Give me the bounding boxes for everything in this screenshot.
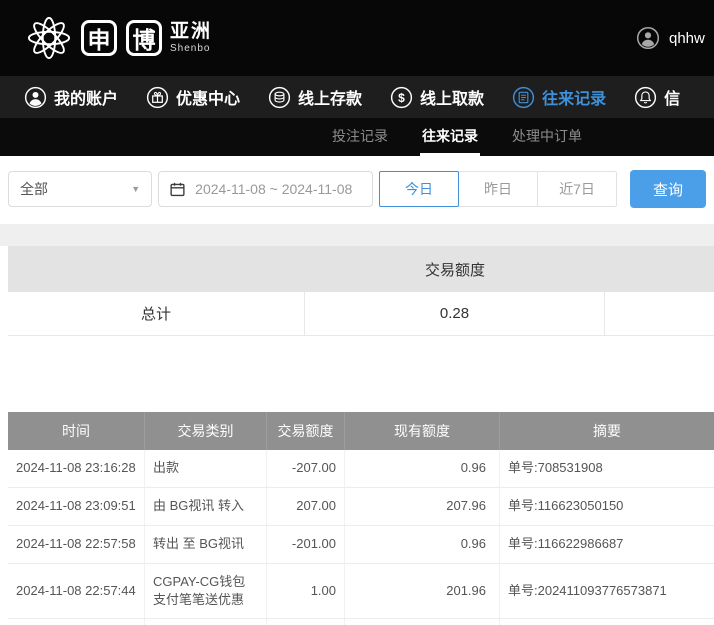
summary-total-row: 总计 0.28: [8, 292, 714, 336]
quick-date-group: 今日 昨日 近7日: [379, 171, 617, 207]
page: 申 博 亚洲 Shenbo qhhw 我的账户: [0, 0, 714, 625]
username: qhhw: [669, 30, 705, 47]
nav-item-withdraw[interactable]: $ 线上取款: [390, 85, 484, 109]
nav-label: 我的账户: [54, 85, 118, 109]
cell-time: 2024-11-08 22:57:44: [8, 564, 145, 618]
chevron-down-icon: ▼: [131, 184, 140, 194]
cell-time: 2024-11-08 23:09:51: [8, 488, 145, 525]
tab-transaction-records[interactable]: 往来记录: [420, 118, 480, 156]
yesterday-button[interactable]: 昨日: [458, 171, 538, 207]
summary-header-amount: 交易额度: [305, 246, 605, 292]
tab-betting-records[interactable]: 投注记录: [330, 118, 390, 156]
cell-balance: 0.96: [345, 450, 500, 487]
table-row: 2024-11-08 22:57:58 转出 至 BG视讯 -201.00 0.…: [8, 526, 714, 564]
summary-total-empty: [605, 292, 714, 335]
sub-nav: 投注记录 往来记录 处理中订单: [0, 118, 714, 156]
filter-bar: 全部 ▼ 2024-11-08 ~ 2024-11-08 今日 昨日 近7日 查…: [0, 156, 714, 224]
last7days-button[interactable]: 近7日: [537, 171, 617, 207]
cell-balance: 200.96: [345, 619, 500, 625]
user-avatar-icon: [636, 26, 660, 50]
transactions-body: 2024-11-08 23:16:28 出款 -207.00 0.96 单号:7…: [8, 450, 714, 625]
date-range-value: 2024-11-08 ~ 2024-11-08: [195, 181, 352, 197]
table-row: 2024-11-08 23:09:51 由 BG视讯 转入 207.00 207…: [8, 488, 714, 526]
logo-char-bo: 博: [126, 20, 162, 56]
logo-region-sub: Shenbo: [170, 43, 212, 55]
cell-balance: 207.96: [345, 488, 500, 525]
col-time: 时间: [8, 412, 145, 450]
col-summary: 摘要: [500, 412, 714, 450]
spacer: [0, 336, 714, 412]
summary-total-value: 0.28: [305, 292, 605, 335]
gift-icon: [146, 86, 169, 109]
cell-type: CGPAY支付: [145, 619, 267, 625]
cell-summary: 单号:708531908: [500, 450, 714, 487]
nav-item-messages[interactable]: 信: [634, 85, 680, 109]
cell-type: 出款: [145, 450, 267, 487]
records-icon: [512, 86, 535, 109]
nav-label: 信: [664, 85, 680, 109]
cell-amount: -201.00: [267, 526, 345, 563]
account-menu[interactable]: qhhw: [636, 0, 705, 76]
tab-processing-orders[interactable]: 处理中订单: [510, 118, 584, 156]
table-row: 2024-11-08 23:16:28 出款 -207.00 0.96 单号:7…: [8, 450, 714, 488]
dollar-icon: $: [390, 86, 413, 109]
cell-time: 2024-11-08 22:57:58: [8, 526, 145, 563]
col-amount: 交易额度: [267, 412, 345, 450]
cell-time: 2024-11-08 22:57:44: [8, 619, 145, 625]
summary-header-empty: [8, 246, 305, 292]
cell-amount: 207.00: [267, 488, 345, 525]
nav-label: 往来记录: [542, 85, 606, 109]
cell-summary: 单号:116623050150: [500, 488, 714, 525]
logo-region-name: 亚洲: [170, 21, 212, 43]
table-row: 2024-11-08 22:57:44 CGPAY支付 200.00 200.9…: [8, 619, 714, 625]
cell-type: 由 BG视讯 转入: [145, 488, 267, 525]
cell-amount: 1.00: [267, 564, 345, 618]
nav-label: 线上存款: [298, 85, 362, 109]
summary-table: 交易额度 总计 0.28: [8, 246, 714, 336]
nav-label: 优惠中心: [176, 85, 240, 109]
main-nav: 我的账户 优惠中心 线上存款 $ 线上取款: [0, 76, 714, 118]
transactions-table: 时间 交易类别 交易额度 现有额度 摘要 2024-11-08 23:16:28…: [8, 412, 714, 625]
bell-icon: [634, 86, 657, 109]
type-select[interactable]: 全部 ▼: [8, 171, 152, 207]
cell-amount: -207.00: [267, 450, 345, 487]
summary-total-label: 总计: [8, 292, 305, 335]
logo-region: 亚洲 Shenbo: [170, 21, 212, 54]
divider-strip: [0, 224, 714, 246]
nav-item-deposit[interactable]: 线上存款: [268, 85, 362, 109]
cell-amount: 200.00: [267, 619, 345, 625]
nav-item-promotions[interactable]: 优惠中心: [146, 85, 240, 109]
user-icon: [24, 86, 47, 109]
nav-label: 线上取款: [420, 85, 484, 109]
today-button[interactable]: 今日: [379, 171, 459, 207]
transactions-header-row: 时间 交易类别 交易额度 现有额度 摘要: [8, 412, 714, 450]
summary-header-row: 交易额度: [8, 246, 714, 292]
nav-item-records[interactable]: 往来记录: [512, 85, 606, 109]
col-balance: 现有额度: [345, 412, 500, 450]
search-button[interactable]: 查询: [630, 170, 706, 208]
logo-char-shen: 申: [81, 20, 117, 56]
cell-time: 2024-11-08 23:16:28: [8, 450, 145, 487]
coins-icon: [268, 86, 291, 109]
summary-header-empty2: [605, 246, 714, 292]
brand-flower-icon: [26, 15, 72, 61]
cell-summary: 单号:202411093776573871: [500, 619, 714, 625]
table-row: 2024-11-08 22:57:44 CGPAY-CG钱包支付笔笔送优惠 1.…: [8, 564, 714, 619]
cell-balance: 201.96: [345, 564, 500, 618]
date-range-input[interactable]: 2024-11-08 ~ 2024-11-08: [158, 171, 373, 207]
cell-type: 转出 至 BG视讯: [145, 526, 267, 563]
cell-balance: 0.96: [345, 526, 500, 563]
cell-summary: 单号:116622986687: [500, 526, 714, 563]
col-type: 交易类别: [145, 412, 267, 450]
cell-summary: 单号:202411093776573871: [500, 564, 714, 618]
calendar-icon: [169, 181, 186, 198]
nav-item-my-account[interactable]: 我的账户: [24, 85, 118, 109]
svg-text:$: $: [398, 90, 405, 104]
top-header: 申 博 亚洲 Shenbo qhhw: [0, 0, 714, 76]
type-select-value: 全部: [20, 179, 48, 199]
cell-type: CGPAY-CG钱包支付笔笔送优惠: [145, 564, 267, 618]
